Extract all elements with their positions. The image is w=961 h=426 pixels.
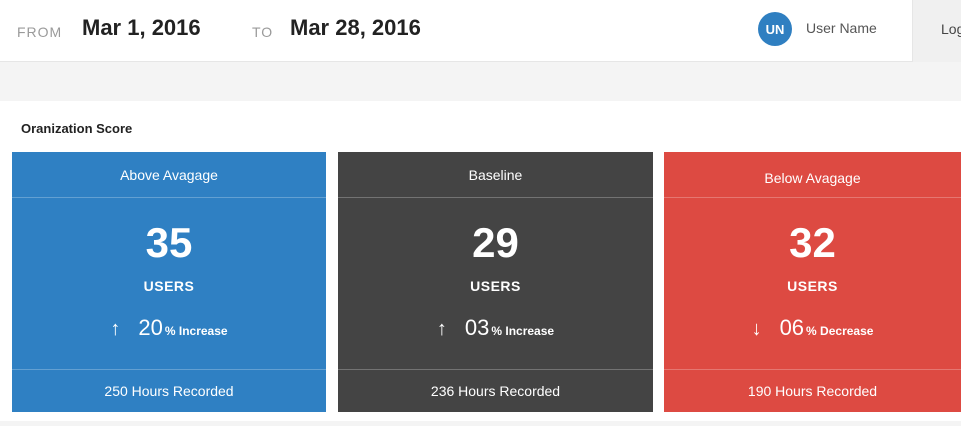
from-date-picker[interactable]: Mar 1, 2016 [82,15,201,41]
logout-label: Log [941,21,961,37]
card-footer: 236 Hours Recorded [338,369,653,412]
score-card-baseline[interactable]: Baseline 29 USERS ↑ 03 % Increase 236 Ho… [338,152,653,412]
card-title: Baseline [338,152,653,198]
organization-score-panel: Oranization Score Above Avagage 35 USERS… [0,101,961,421]
card-change-label: % Decrease [806,324,874,338]
avatar-initials: UN [765,21,785,37]
to-date-picker[interactable]: Mar 28, 2016 [290,15,421,41]
card-change-label: % Increase [164,324,228,338]
card-change-label: % Increase [491,324,555,338]
card-unit: USERS [787,278,838,294]
score-card-above-average[interactable]: Above Avagage 35 USERS ↑ 20 % Increase 2… [12,152,326,412]
card-title: Above Avagage [12,152,326,198]
arrow-up-icon: ↑ [436,318,447,340]
avatar[interactable]: UN [758,12,792,46]
card-unit: USERS [470,278,521,294]
card-value: 29 [472,219,519,266]
card-trend: ↑ 03 % Increase [338,315,653,341]
panel-title: Oranization Score [21,121,133,136]
card-footer: 250 Hours Recorded [12,369,326,412]
card-percent: 03 [464,315,490,340]
user-name[interactable]: User Name [806,20,877,36]
card-trend: ↓ 06 % Decrease [664,315,961,341]
to-label: TO [252,24,274,40]
card-footer: 190 Hours Recorded [664,369,961,412]
card-value: 35 [145,219,193,266]
card-unit: USERS [143,278,195,294]
arrow-up-icon: ↑ [110,318,121,340]
card-value: 32 [789,219,836,266]
card-percent: 06 [779,315,805,340]
card-title: Below Avagage [664,158,961,198]
top-bar: FROM Mar 1, 2016 TO Mar 28, 2016 UN User… [0,0,961,62]
card-trend: ↑ 20 % Increase [12,315,326,341]
from-label: FROM [17,24,63,40]
score-card-below-average[interactable]: Below Avagage 32 USERS ↓ 06 % Decrease 1… [664,152,961,412]
logout-button[interactable]: Log [912,0,961,62]
card-percent: 20 [138,315,163,340]
arrow-down-icon: ↓ [751,318,762,340]
